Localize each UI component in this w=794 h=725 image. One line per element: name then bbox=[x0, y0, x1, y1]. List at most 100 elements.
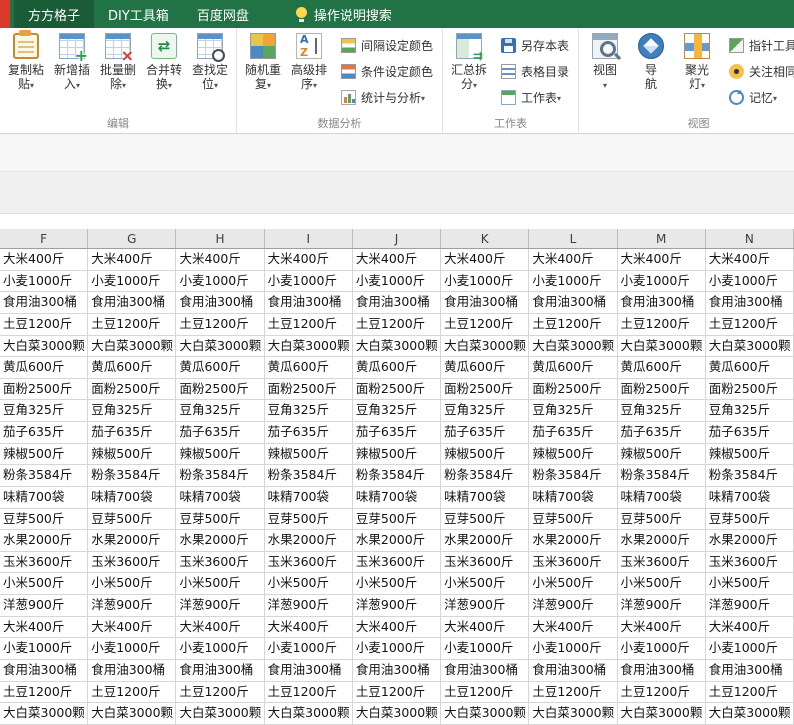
grid-cell[interactable]: 面粉2500斤 bbox=[529, 379, 617, 401]
grid-cell[interactable]: 食用油300桶 bbox=[176, 660, 264, 682]
grid-cell[interactable]: 食用油300桶 bbox=[0, 660, 88, 682]
grid-cell[interactable]: 洋葱900斤 bbox=[529, 595, 617, 617]
grid-cell[interactable]: 大白菜3000颗 bbox=[706, 703, 794, 725]
grid-cell[interactable]: 土豆1200斤 bbox=[529, 682, 617, 704]
grid-cell[interactable]: 土豆1200斤 bbox=[706, 682, 794, 704]
column-header[interactable]: G bbox=[88, 229, 176, 248]
grid-cell[interactable]: 豆芽500斤 bbox=[441, 509, 529, 531]
grid-cell[interactable]: 黄瓜600斤 bbox=[441, 357, 529, 379]
grid-cell[interactable]: 玉米3600斤 bbox=[265, 552, 353, 574]
grid-cell[interactable]: 小米500斤 bbox=[0, 573, 88, 595]
grid-cell[interactable]: 大米400斤 bbox=[441, 249, 529, 271]
grid-cell[interactable]: 豆角325斤 bbox=[441, 400, 529, 422]
grid-cell[interactable]: 味精700袋 bbox=[706, 487, 794, 509]
grid-cell[interactable]: 豆芽500斤 bbox=[0, 509, 88, 531]
ribbon-small-button[interactable]: 间隔设定颜色 bbox=[337, 32, 437, 58]
grid-cell[interactable]: 大白菜3000颗 bbox=[441, 703, 529, 725]
grid-cell[interactable]: 大白菜3000颗 bbox=[176, 703, 264, 725]
ribbon-button[interactable]: 批量删除 bbox=[95, 28, 141, 91]
grid-cell[interactable]: 土豆1200斤 bbox=[265, 682, 353, 704]
grid-cell[interactable]: 食用油300桶 bbox=[88, 660, 176, 682]
grid-cell[interactable]: 洋葱900斤 bbox=[176, 595, 264, 617]
grid-cell[interactable]: 豆角325斤 bbox=[529, 400, 617, 422]
grid-cell[interactable]: 大米400斤 bbox=[176, 249, 264, 271]
grid-cell[interactable]: 土豆1200斤 bbox=[441, 314, 529, 336]
grid-cell[interactable]: 茄子635斤 bbox=[706, 422, 794, 444]
ribbon-button[interactable]: 复制粘贴 bbox=[3, 28, 49, 91]
ribbon-small-button[interactable]: 统计与分析 bbox=[337, 84, 437, 110]
grid-cell[interactable]: 食用油300桶 bbox=[441, 660, 529, 682]
grid-cell[interactable]: 面粉2500斤 bbox=[0, 379, 88, 401]
grid-cell[interactable]: 水果2000斤 bbox=[0, 530, 88, 552]
grid-cell[interactable]: 辣椒500斤 bbox=[265, 444, 353, 466]
grid-cell[interactable]: 粉条3584斤 bbox=[176, 465, 264, 487]
grid-cell[interactable]: 水果2000斤 bbox=[88, 530, 176, 552]
grid-cell[interactable]: 大米400斤 bbox=[353, 249, 441, 271]
grid-cell[interactable]: 水果2000斤 bbox=[706, 530, 794, 552]
grid-cell[interactable]: 豆角325斤 bbox=[88, 400, 176, 422]
grid-cell[interactable]: 大米400斤 bbox=[265, 249, 353, 271]
grid-cell[interactable]: 味精700袋 bbox=[618, 487, 706, 509]
grid-cell[interactable]: 小麦1000斤 bbox=[618, 638, 706, 660]
grid-cell[interactable]: 大米400斤 bbox=[706, 617, 794, 639]
grid-cell[interactable]: 土豆1200斤 bbox=[88, 314, 176, 336]
grid-cell[interactable]: 食用油300桶 bbox=[706, 292, 794, 314]
ribbon-small-button[interactable]: 条件设定颜色 bbox=[337, 58, 437, 84]
grid-cell[interactable]: 小麦1000斤 bbox=[265, 638, 353, 660]
grid-cell[interactable]: 粉条3584斤 bbox=[529, 465, 617, 487]
grid-cell[interactable]: 水果2000斤 bbox=[618, 530, 706, 552]
ribbon-small-button[interactable]: 工作表 bbox=[497, 84, 573, 110]
grid-cell[interactable]: 大白菜3000颗 bbox=[706, 336, 794, 358]
grid-cell[interactable]: 小麦1000斤 bbox=[265, 271, 353, 293]
grid-cell[interactable]: 洋葱900斤 bbox=[441, 595, 529, 617]
grid-cell[interactable]: 小麦1000斤 bbox=[176, 271, 264, 293]
help-search[interactable]: 操作说明搜索 bbox=[285, 0, 402, 28]
grid-cell[interactable]: 洋葱900斤 bbox=[706, 595, 794, 617]
grid-cell[interactable]: 茄子635斤 bbox=[618, 422, 706, 444]
ribbon-button[interactable]: 高级排序 bbox=[286, 28, 332, 91]
grid-cell[interactable]: 大白菜3000颗 bbox=[618, 703, 706, 725]
ribbon-button[interactable]: 汇总拆分 bbox=[446, 28, 492, 91]
grid-cell[interactable]: 茄子635斤 bbox=[0, 422, 88, 444]
grid-cell[interactable]: 大米400斤 bbox=[176, 617, 264, 639]
grid-cell[interactable]: 水果2000斤 bbox=[353, 530, 441, 552]
ribbon-tab[interactable]: DIY工具箱 bbox=[94, 0, 183, 28]
grid-cell[interactable]: 食用油300桶 bbox=[176, 292, 264, 314]
grid-cell[interactable]: 大白菜3000颗 bbox=[176, 336, 264, 358]
grid-cell[interactable]: 小米500斤 bbox=[265, 573, 353, 595]
grid-cell[interactable]: 粉条3584斤 bbox=[441, 465, 529, 487]
grid-cell[interactable]: 小麦1000斤 bbox=[353, 638, 441, 660]
grid-cell[interactable]: 豆角325斤 bbox=[265, 400, 353, 422]
grid-cell[interactable]: 黄瓜600斤 bbox=[618, 357, 706, 379]
grid-cell[interactable]: 玉米3600斤 bbox=[88, 552, 176, 574]
column-header[interactable]: L bbox=[529, 229, 617, 248]
grid-cell[interactable]: 大白菜3000颗 bbox=[529, 336, 617, 358]
ribbon-button[interactable]: 导航 bbox=[628, 28, 674, 91]
grid-cell[interactable]: 洋葱900斤 bbox=[618, 595, 706, 617]
grid-cell[interactable]: 土豆1200斤 bbox=[176, 314, 264, 336]
grid-cell[interactable]: 辣椒500斤 bbox=[176, 444, 264, 466]
grid-cell[interactable]: 大白菜3000颗 bbox=[529, 703, 617, 725]
grid-cell[interactable]: 大米400斤 bbox=[529, 617, 617, 639]
grid-cell[interactable]: 玉米3600斤 bbox=[0, 552, 88, 574]
grid-cell[interactable]: 大白菜3000颗 bbox=[88, 336, 176, 358]
grid-cell[interactable]: 小米500斤 bbox=[441, 573, 529, 595]
grid-cell[interactable]: 食用油300桶 bbox=[353, 660, 441, 682]
grid-cell[interactable]: 玉米3600斤 bbox=[353, 552, 441, 574]
grid-cell[interactable]: 土豆1200斤 bbox=[706, 314, 794, 336]
grid-cell[interactable]: 豆芽500斤 bbox=[176, 509, 264, 531]
grid-cell[interactable]: 豆芽500斤 bbox=[618, 509, 706, 531]
grid-cell[interactable]: 大米400斤 bbox=[529, 249, 617, 271]
grid-cell[interactable]: 辣椒500斤 bbox=[0, 444, 88, 466]
grid-cell[interactable]: 茄子635斤 bbox=[176, 422, 264, 444]
grid-cell[interactable]: 食用油300桶 bbox=[353, 292, 441, 314]
grid-cell[interactable]: 土豆1200斤 bbox=[88, 682, 176, 704]
grid-cell[interactable]: 大米400斤 bbox=[265, 617, 353, 639]
grid-cell[interactable]: 大米400斤 bbox=[0, 617, 88, 639]
grid-cell[interactable]: 食用油300桶 bbox=[529, 292, 617, 314]
grid-cell[interactable]: 食用油300桶 bbox=[706, 660, 794, 682]
grid-cell[interactable]: 面粉2500斤 bbox=[441, 379, 529, 401]
grid-cell[interactable]: 大米400斤 bbox=[618, 249, 706, 271]
grid-cell[interactable]: 土豆1200斤 bbox=[176, 682, 264, 704]
column-header[interactable]: I bbox=[265, 229, 353, 248]
